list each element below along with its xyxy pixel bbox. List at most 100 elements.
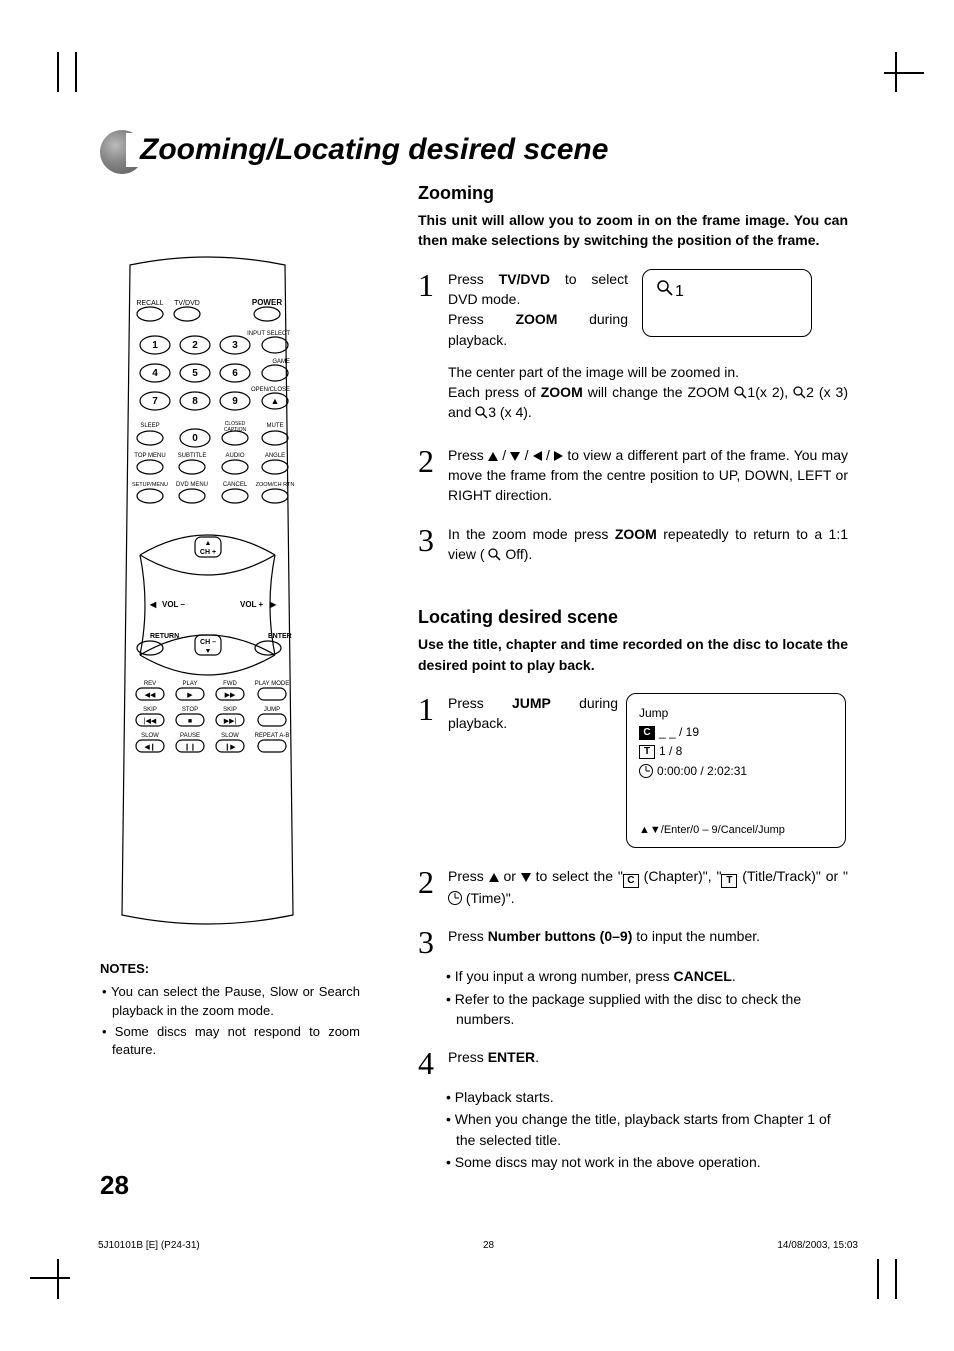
- crop-mark: [57, 52, 59, 92]
- footer: 5J10101B [E] (P24-31) 28 14/08/2003, 15:…: [98, 1240, 858, 1251]
- svg-text:DVD MENU: DVD MENU: [176, 482, 208, 488]
- svg-text:◀: ◀: [149, 600, 157, 609]
- page-title: Zooming/Locating desired scene: [126, 133, 608, 167]
- footer-left: 5J10101B [E] (P24-31): [98, 1240, 200, 1251]
- locating-heading: Locating desired scene: [418, 604, 848, 630]
- svg-text:7: 7: [152, 396, 158, 407]
- svg-text:6: 6: [232, 368, 238, 379]
- crop-mark: [884, 72, 924, 74]
- right-icon: [554, 451, 563, 461]
- note-item: You can select the Pause, Slow or Search…: [100, 983, 360, 1021]
- clock-icon: [448, 891, 462, 905]
- step-number: 2: [418, 866, 444, 898]
- step-number: 1: [418, 269, 444, 301]
- up-icon: [489, 873, 499, 882]
- svg-text:JUMP: JUMP: [264, 707, 280, 713]
- svg-text:FWD: FWD: [223, 681, 237, 687]
- svg-text:◀❙: ◀❙: [144, 743, 155, 751]
- svg-text:1: 1: [152, 340, 158, 351]
- svg-text:❙▶: ❙▶: [224, 743, 236, 751]
- zoom-step-3: 3 In the zoom mode press ZOOM repeatedly…: [418, 524, 848, 565]
- svg-text:GAME: GAME: [272, 359, 290, 365]
- svg-text:RECALL: RECALL: [136, 300, 163, 307]
- locate-step-1: 1 Press JUMP during playback. Jump C_ _ …: [418, 693, 848, 848]
- svg-text:SLOW: SLOW: [221, 733, 239, 739]
- step-number: 3: [418, 524, 444, 556]
- page-number: 28: [100, 1170, 129, 1201]
- zoom-step-2: 2 Press / / / to view a different part o…: [418, 445, 848, 506]
- note-item: Some discs may not respond to zoom featu…: [100, 1023, 360, 1061]
- crop-mark: [895, 1259, 897, 1299]
- osd-title: Jump: [639, 704, 833, 723]
- svg-text:CANCEL: CANCEL: [223, 482, 248, 488]
- svg-text:AUDIO: AUDIO: [225, 453, 244, 459]
- svg-text:PAUSE: PAUSE: [180, 733, 200, 739]
- down-icon: [510, 452, 520, 461]
- locate-step-3: 3 Press Number buttons (0–9) to input th…: [418, 926, 848, 958]
- svg-text:▶▶: ▶▶: [225, 692, 236, 699]
- svg-text:PLAY MODE: PLAY MODE: [255, 681, 289, 687]
- chapter-icon: C: [623, 874, 639, 888]
- title-icon: T: [721, 874, 737, 888]
- crop-mark: [75, 52, 77, 92]
- remote-illustration: RECALL TV/DVD POWER INPUT SELECT 1 2 3 G…: [100, 255, 315, 935]
- title-icon: T: [639, 745, 655, 759]
- locate-step-2: 2 Press or to select the "C (Chapter)", …: [418, 866, 848, 908]
- svg-text:STOP: STOP: [182, 707, 198, 713]
- svg-text:OPEN/CLOSE: OPEN/CLOSE: [251, 387, 290, 393]
- svg-text:9: 9: [232, 396, 238, 407]
- svg-text:MUTE: MUTE: [267, 423, 284, 429]
- locate-step-4-notes: Playback starts. When you change the tit…: [418, 1087, 848, 1172]
- page: Zooming/Locating desired scene RECALL TV…: [0, 0, 954, 1351]
- zooming-lead: This unit will allow you to zoom in on t…: [418, 210, 848, 251]
- left-column: RECALL TV/DVD POWER INPUT SELECT 1 2 3 G…: [100, 255, 360, 1062]
- svg-text:0: 0: [192, 433, 198, 444]
- svg-text:ENTER: ENTER: [268, 633, 292, 640]
- svg-text:VOL –: VOL –: [162, 600, 186, 609]
- zoom-osd-box: 1: [642, 269, 812, 337]
- svg-text:▲: ▲: [205, 540, 212, 547]
- svg-text:3: 3: [232, 340, 238, 351]
- page-title-row: Zooming/Locating desired scene: [100, 128, 608, 172]
- locating-lead: Use the title, chapter and time recorded…: [418, 634, 848, 675]
- svg-text:REPEAT A-B: REPEAT A-B: [255, 733, 290, 739]
- svg-text:INPUT SELECT: INPUT SELECT: [247, 331, 290, 337]
- crop-mark: [57, 1259, 59, 1299]
- svg-text:PLAY: PLAY: [183, 681, 198, 687]
- up-icon: [488, 452, 498, 461]
- zooming-heading: Zooming: [418, 180, 848, 206]
- svg-text:RETURN: RETURN: [150, 633, 179, 640]
- svg-text:CH +: CH +: [200, 549, 216, 556]
- svg-text:TOP MENU: TOP MENU: [134, 453, 165, 459]
- svg-text:|◀◀: |◀◀: [144, 718, 157, 725]
- zoom-step-1: 1 Press TV/DVD to select DVD mode. Press…: [418, 269, 848, 350]
- footer-right: 14/08/2003, 15:03: [777, 1240, 858, 1251]
- svg-text:▼: ▼: [205, 648, 212, 655]
- jump-osd-box: Jump C_ _ / 19 T1 / 8 0:00:00 / 2:02:31 …: [626, 693, 846, 848]
- step-number: 4: [418, 1047, 444, 1079]
- zoom-level: 1: [675, 280, 684, 303]
- svg-text:TV/DVD: TV/DVD: [174, 300, 200, 307]
- left-icon: [533, 451, 542, 461]
- right-column: Zooming This unit will allow you to zoom…: [418, 180, 848, 1174]
- svg-text:5: 5: [192, 368, 198, 379]
- svg-text:▲: ▲: [271, 396, 280, 406]
- svg-text:8: 8: [192, 396, 198, 407]
- svg-text:◀◀: ◀◀: [145, 692, 156, 699]
- locate-step-3-notes: If you input a wrong number, press CANCE…: [418, 966, 848, 1029]
- svg-text:4: 4: [152, 368, 158, 379]
- crop-mark: [877, 1259, 879, 1299]
- svg-text:SLEEP: SLEEP: [140, 423, 159, 429]
- svg-text:SKIP: SKIP: [143, 707, 157, 713]
- footer-mid: 28: [483, 1240, 494, 1251]
- svg-text:2: 2: [192, 340, 198, 351]
- step-number: 3: [418, 926, 444, 958]
- svg-text:ANGLE: ANGLE: [265, 453, 285, 459]
- notes-block: NOTES: You can select the Pause, Slow or…: [100, 960, 360, 1060]
- svg-text:POWER: POWER: [252, 298, 282, 307]
- svg-text:▶: ▶: [187, 692, 193, 699]
- osd-hint: ▲▼/Enter/0 – 9/Cancel/Jump: [639, 819, 833, 839]
- svg-text:REV: REV: [144, 681, 156, 687]
- svg-text:SKIP: SKIP: [223, 707, 237, 713]
- step-number: 2: [418, 445, 444, 477]
